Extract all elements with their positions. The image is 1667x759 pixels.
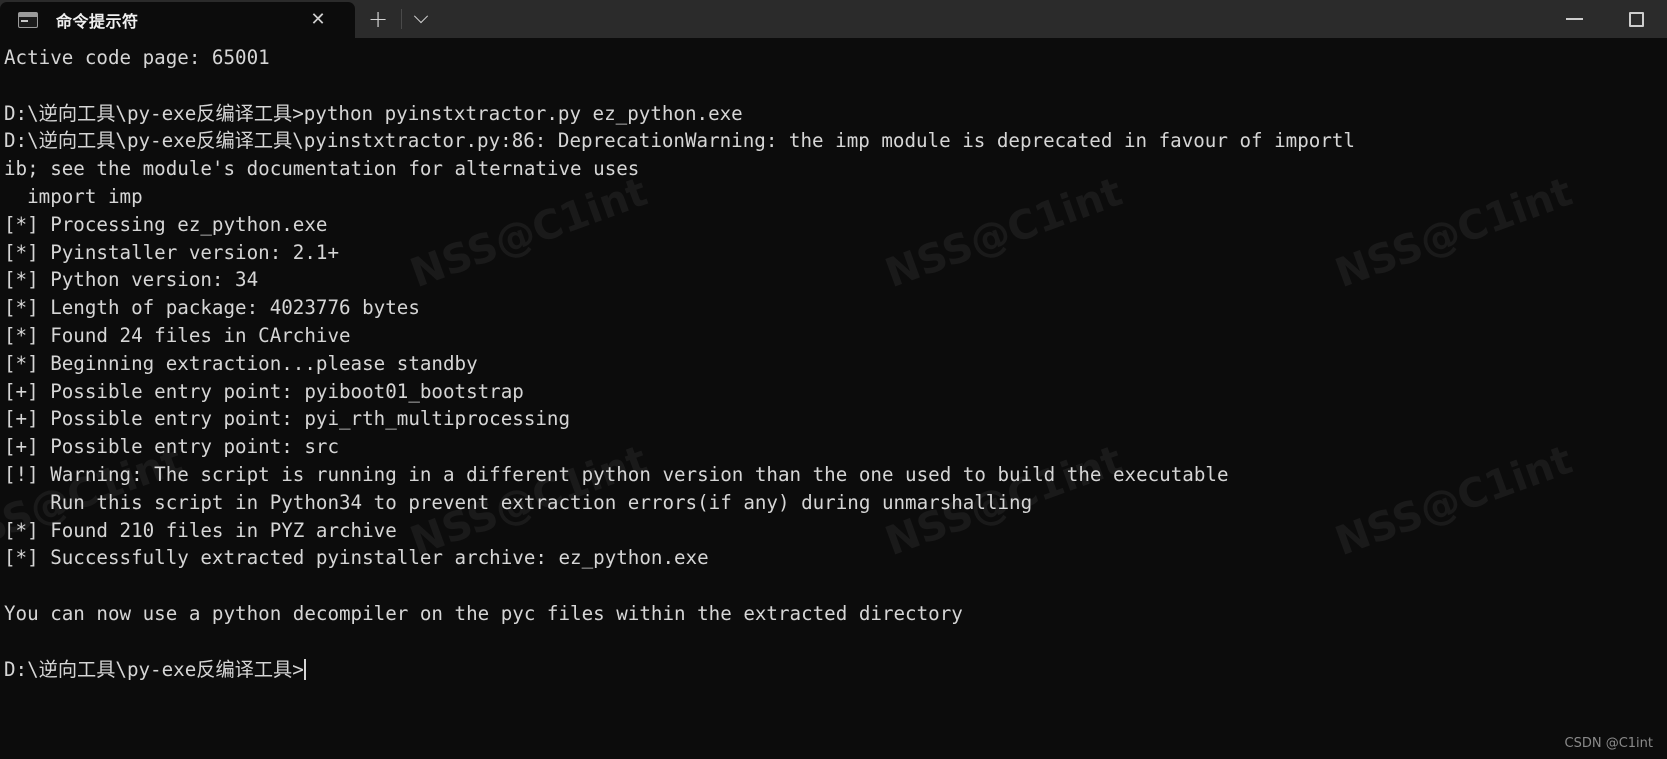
tab-command-prompt[interactable]: 命令提示符 ✕ xyxy=(0,2,355,38)
console-icon xyxy=(18,12,38,28)
minimize-icon xyxy=(1565,18,1583,20)
maximize-button[interactable] xyxy=(1605,0,1667,38)
maximize-icon xyxy=(1628,11,1644,27)
text-cursor xyxy=(303,658,306,680)
console-window: 命令提示符 ✕ + NSS@C1int NSS@C1int NSS@C1int … xyxy=(0,0,1667,759)
minimize-button[interactable] xyxy=(1543,0,1605,38)
close-tab-icon[interactable]: ✕ xyxy=(305,7,331,33)
chevron-down-icon xyxy=(413,9,429,24)
title-bar: 命令提示符 ✕ + xyxy=(0,0,1667,38)
csdn-credit-watermark: CSDN @C1int xyxy=(1564,736,1654,751)
new-tab-button[interactable]: + xyxy=(355,0,401,38)
terminal-viewport[interactable]: NSS@C1int NSS@C1int NSS@C1int NSS@C1int … xyxy=(0,38,1667,759)
window-controls xyxy=(1543,0,1667,38)
tab-title-label: 命令提示符 xyxy=(56,12,139,31)
titlebar-drag-region[interactable] xyxy=(441,0,1543,38)
plus-icon: + xyxy=(367,5,389,33)
tab-dropdown-button[interactable] xyxy=(401,0,441,38)
console-output: Active code page: 65001 D:\逆向工具\py-exe反编… xyxy=(4,46,1355,681)
